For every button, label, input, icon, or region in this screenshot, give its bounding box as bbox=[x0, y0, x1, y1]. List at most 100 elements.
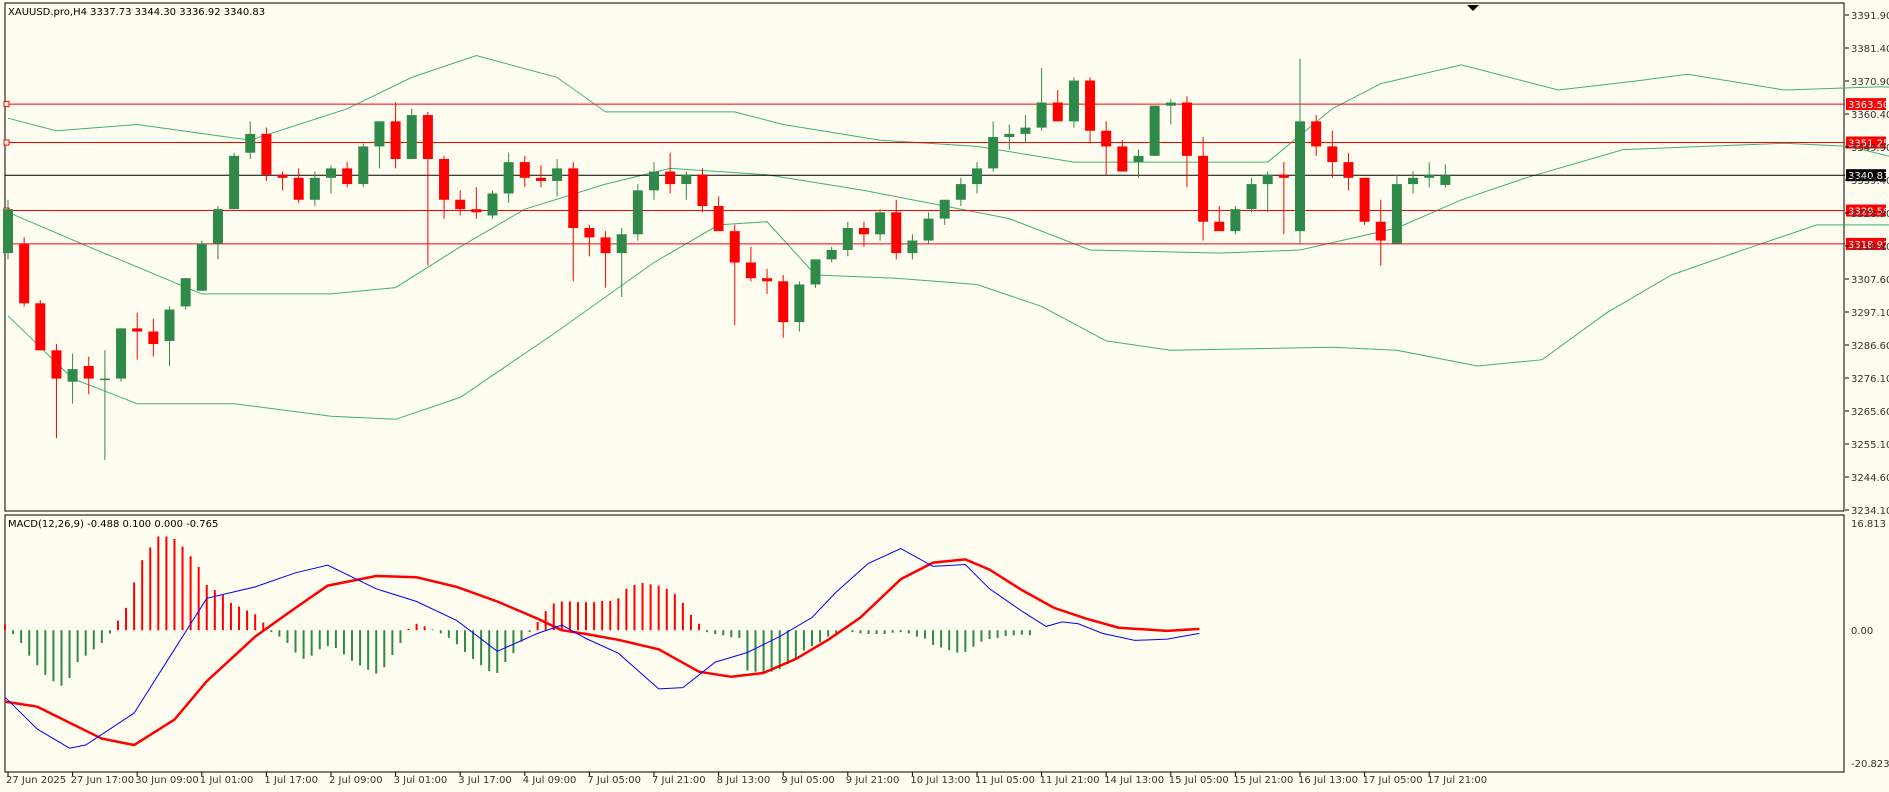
candle-body bbox=[1343, 162, 1354, 178]
candle bbox=[1230, 206, 1241, 235]
time-tick-label: 16 Jul 13:00 bbox=[1298, 775, 1358, 786]
candle bbox=[1391, 174, 1402, 244]
time-tick-label: 1 Jul 01:00 bbox=[200, 775, 254, 786]
candle-body bbox=[1101, 130, 1112, 147]
candle-body bbox=[778, 281, 789, 323]
macd-scale-label: 16.813 bbox=[1851, 519, 1886, 530]
candle-body bbox=[1198, 155, 1209, 222]
price-tick-label: 3255.10 bbox=[1851, 440, 1889, 451]
candle-body bbox=[1440, 175, 1451, 185]
chart-background bbox=[0, 0, 1889, 792]
candle bbox=[1359, 177, 1370, 225]
candle bbox=[1068, 77, 1079, 128]
candle-body bbox=[584, 227, 595, 238]
time-tick-label: 15 Jul 05:00 bbox=[1169, 775, 1229, 786]
time-tick-label: 15 Jul 21:00 bbox=[1233, 775, 1293, 786]
candle-body bbox=[309, 177, 320, 200]
candle-body bbox=[1278, 174, 1289, 178]
candle-body bbox=[552, 168, 563, 181]
time-tick-label: 7 Jul 21:00 bbox=[652, 775, 706, 786]
candle-body bbox=[1408, 177, 1419, 185]
price-tick-label: 3234.10 bbox=[1851, 506, 1889, 517]
candle bbox=[180, 278, 191, 310]
time-tick-label: 11 Jul 05:00 bbox=[975, 775, 1035, 786]
candle-body bbox=[99, 378, 110, 381]
time-tick-label: 7 Jul 05:00 bbox=[587, 775, 641, 786]
candle bbox=[358, 143, 369, 188]
candle-body bbox=[939, 199, 950, 219]
price-tick-label: 3360.40 bbox=[1851, 110, 1889, 121]
candle-body bbox=[729, 231, 740, 263]
candle bbox=[1149, 105, 1160, 156]
candle bbox=[229, 152, 240, 210]
price-tick-label: 3297.10 bbox=[1851, 308, 1889, 319]
candle bbox=[261, 127, 272, 181]
candle bbox=[697, 168, 708, 213]
time-tick-label: 17 Jul 05:00 bbox=[1363, 775, 1423, 786]
macd-scale-label: 0.00 bbox=[1851, 626, 1873, 637]
time-tick-label: 9 Jul 21:00 bbox=[846, 775, 900, 786]
candle-body bbox=[1117, 146, 1128, 172]
macd-scale-label: -20.823 bbox=[1851, 759, 1889, 770]
candle-body bbox=[842, 227, 853, 250]
trading-chart[interactable]: 3363.50 3351.25 3329.56 3318.92 3340.83 3391… bbox=[0, 0, 1889, 792]
candle-body bbox=[245, 133, 256, 153]
candle-body bbox=[116, 328, 127, 379]
candle-body bbox=[471, 209, 482, 213]
candle-body bbox=[67, 369, 78, 382]
candle bbox=[35, 300, 46, 351]
candle-body bbox=[535, 177, 546, 181]
candle-body bbox=[875, 212, 886, 235]
candle-body bbox=[406, 115, 417, 159]
time-tick-label: 8 Jul 13:00 bbox=[717, 775, 771, 786]
time-tick-label: 2 Jul 09:00 bbox=[329, 775, 383, 786]
candle-body bbox=[1327, 146, 1338, 163]
candle-body bbox=[293, 177, 304, 200]
price-tick-label: 3318.40 bbox=[1851, 242, 1889, 253]
candle-body bbox=[826, 249, 837, 260]
candle-body bbox=[697, 174, 708, 207]
time-tick-label: 11 Jul 21:00 bbox=[1040, 775, 1100, 786]
time-tick-label: 27 Jun 17:00 bbox=[71, 775, 135, 786]
price-tick-label: 3276.10 bbox=[1851, 374, 1889, 385]
candle-body bbox=[1004, 133, 1015, 138]
candle-body bbox=[1262, 174, 1273, 185]
candle bbox=[116, 328, 127, 382]
candle-body bbox=[261, 133, 272, 175]
price-tick-label: 3370.90 bbox=[1851, 77, 1889, 88]
candle-body bbox=[1085, 80, 1096, 131]
candle-body bbox=[1375, 221, 1386, 241]
time-tick-label: 30 Jun 09:00 bbox=[135, 775, 199, 786]
candle bbox=[487, 190, 498, 219]
level-handle-1 bbox=[3, 139, 10, 146]
candle-body bbox=[1036, 102, 1047, 128]
candle bbox=[632, 184, 643, 241]
candle-body bbox=[132, 328, 143, 332]
candle-body bbox=[374, 121, 385, 147]
candle-body bbox=[972, 168, 982, 185]
candle-body bbox=[988, 137, 999, 169]
level-handle-0 bbox=[3, 101, 10, 108]
price-tick-label: 3339.40 bbox=[1851, 176, 1889, 187]
candle-body bbox=[1359, 177, 1370, 222]
candle-body bbox=[794, 284, 805, 323]
time-tick-label: 14 Jul 13:00 bbox=[1104, 775, 1164, 786]
price-tick-label: 3328.90 bbox=[1851, 209, 1889, 220]
candle-body bbox=[277, 174, 288, 178]
candle-body bbox=[422, 115, 433, 159]
macd-info-label: MACD(12,26,9) -0.488 0.100 0.000 -0.765 bbox=[8, 519, 218, 530]
candle-body bbox=[616, 234, 627, 254]
price-tick-label: 3244.60 bbox=[1851, 473, 1889, 484]
candle-body bbox=[35, 303, 46, 351]
candle-body bbox=[762, 278, 773, 282]
candle-body bbox=[326, 168, 336, 178]
candle-body bbox=[665, 171, 676, 185]
time-tick-label: 4 Jul 09:00 bbox=[523, 775, 577, 786]
candle-body bbox=[83, 366, 94, 379]
candle-body bbox=[713, 206, 724, 232]
price-tick-label: 3265.60 bbox=[1851, 407, 1889, 418]
candle-body bbox=[1295, 121, 1305, 232]
candle-body bbox=[229, 155, 240, 210]
candle-body bbox=[519, 162, 530, 178]
time-tick-label: 3 Jul 01:00 bbox=[394, 775, 448, 786]
